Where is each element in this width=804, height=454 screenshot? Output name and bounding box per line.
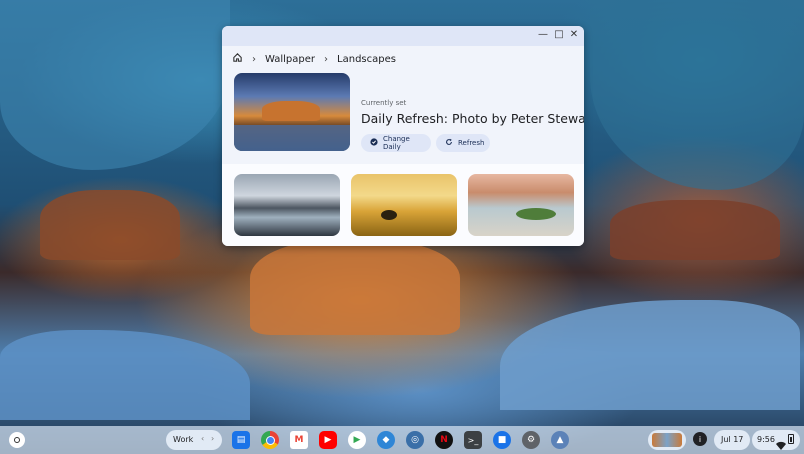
currently-set-label: Currently set (361, 99, 407, 107)
thumbnail-mountain-lake[interactable] (234, 174, 340, 236)
breadcrumb: › Wallpaper › Landscapes (232, 50, 396, 68)
breadcrumb-landscapes[interactable]: Landscapes (337, 54, 396, 65)
gmail-icon[interactable]: M (290, 431, 308, 449)
check-circle-icon (370, 138, 378, 148)
screenshot-preview[interactable] (652, 433, 682, 447)
terminal-icon[interactable]: >_ (464, 431, 482, 449)
wifi-icon (776, 435, 786, 454)
play-store-icon[interactable]: ▶ (348, 431, 366, 449)
desktop: — □ ✕ › Wallpaper › Landscapes Currently… (0, 0, 804, 454)
thumbnail-sunset-beach[interactable] (351, 174, 457, 236)
app-icon[interactable]: ▲ (551, 431, 569, 449)
breadcrumb-wallpaper[interactable]: Wallpaper (265, 54, 315, 65)
chevron-right-icon: › (252, 53, 256, 65)
app-icon[interactable]: ◆ (377, 431, 395, 449)
messages-icon[interactable]: ■ (493, 431, 511, 449)
wallpaper-stalactites (590, 0, 804, 190)
wallpaper-reflection (500, 300, 800, 410)
change-daily-label: Change Daily (383, 135, 410, 151)
launcher-icon[interactable] (9, 432, 25, 448)
netflix-icon[interactable]: N (435, 431, 453, 449)
wallpaper-rock (610, 200, 780, 260)
settings-icon[interactable]: ⚙ (522, 431, 540, 449)
chrome-icon[interactable] (261, 431, 279, 449)
app-icon[interactable]: ◎ (406, 431, 424, 449)
chevron-right-icon: › (324, 53, 329, 65)
wallpaper-reflection (0, 330, 250, 420)
time-label: 9:56 (757, 435, 775, 444)
chevron-right-icon[interactable]: › (211, 434, 214, 443)
wallpaper-stalactites (0, 0, 230, 170)
desk-label: Work (173, 435, 194, 444)
refresh-icon (445, 138, 453, 148)
chevron-left-icon[interactable]: ‹ (201, 434, 204, 443)
date-label: Jul 17 (721, 435, 744, 444)
home-icon[interactable] (232, 52, 243, 66)
wallpaper-rock (40, 190, 180, 260)
current-wallpaper-preview (234, 73, 350, 151)
current-wallpaper-title: Daily Refresh: Photo by Peter Stewart (361, 111, 584, 126)
youtube-icon[interactable]: ▶ (319, 431, 337, 449)
refresh-button[interactable]: Refresh (436, 134, 490, 152)
refresh-label: Refresh (458, 139, 485, 147)
minimize-icon[interactable]: — (537, 29, 549, 41)
wallpaper-gallery (222, 164, 584, 246)
close-icon[interactable]: ✕ (568, 29, 580, 41)
wallpaper-rock (250, 240, 460, 335)
wallpaper-app-window: — □ ✕ › Wallpaper › Landscapes Currently… (222, 26, 584, 246)
battery-icon (788, 434, 794, 444)
window-titlebar[interactable]: — □ ✕ (222, 26, 584, 46)
maximize-icon[interactable]: □ (553, 29, 565, 41)
change-daily-button[interactable]: Change Daily (361, 134, 431, 152)
thumbnail-rocky-shore[interactable] (468, 174, 574, 236)
files-icon[interactable]: ▤ (232, 431, 250, 449)
info-icon[interactable]: i (693, 432, 707, 446)
